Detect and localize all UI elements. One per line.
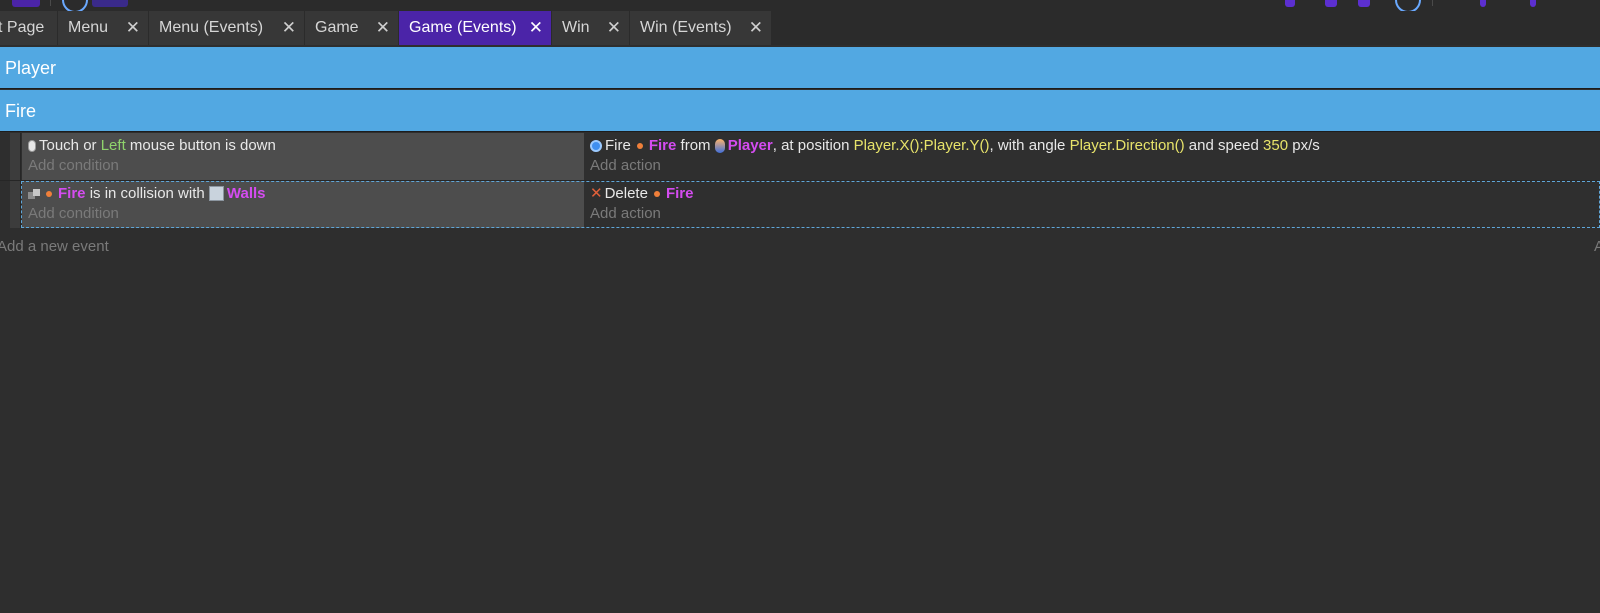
tab-label: Win [562, 19, 590, 36]
tab-label: Win (Events) [640, 19, 732, 36]
gear-icon [590, 140, 602, 152]
tab-game-events[interactable]: Game (Events) ✕ [399, 11, 552, 45]
expression-angle: Player.Direction() [1069, 137, 1185, 154]
tab-menu[interactable]: Menu ✕ [58, 11, 149, 45]
add-other-link[interactable]: A [1594, 238, 1600, 255]
fire-object-icon [636, 143, 643, 149]
group-fire[interactable]: Fire [0, 90, 1600, 132]
action-fire[interactable]: Fire Fire from Player, at position Player… [590, 136, 1320, 156]
action-text: , with angle [989, 137, 1066, 154]
undo-icon[interactable] [1285, 0, 1295, 7]
object-name: Fire [648, 137, 677, 154]
group-player[interactable]: Player [0, 47, 1600, 89]
expression-position: Player.X();Player.Y() [853, 137, 990, 154]
add-condition-link[interactable]: Add condition [28, 157, 119, 174]
action-text: , at position [772, 137, 850, 154]
help-icon[interactable] [1395, 0, 1421, 11]
menu-icon[interactable] [1530, 0, 1536, 7]
share-icon[interactable] [1480, 0, 1486, 7]
tab-game[interactable]: Game ✕ [305, 11, 399, 45]
project-icon[interactable] [12, 0, 40, 7]
tab-start-page[interactable]: t Page [0, 11, 58, 45]
editor-tabs: t Page Menu ✕ Menu (Events) ✕ Game ✕ Gam… [0, 11, 1600, 45]
event-row[interactable]: Fire is in collision with Walls Add cond… [0, 181, 1600, 228]
tab-label: Game [315, 19, 359, 36]
settings-icon[interactable] [1358, 0, 1370, 7]
debug-icon[interactable] [92, 0, 128, 7]
event-actions[interactable]: Fire Fire from Player, at position Player… [584, 133, 1600, 180]
tab-win[interactable]: Win ✕ [552, 11, 630, 45]
close-icon[interactable]: ✕ [607, 11, 621, 45]
object-name: Player [727, 137, 773, 154]
condition-text: mouse button is down [129, 137, 276, 154]
event-row[interactable]: Touch or Left mouse button is down Add c… [0, 133, 1600, 180]
action-text: and speed [1188, 137, 1259, 154]
group-title: Fire [5, 101, 36, 121]
condition-text: Touch or [39, 137, 97, 154]
speed-unit: px/s [1292, 137, 1320, 154]
add-action-link[interactable]: Add action [590, 157, 661, 174]
close-icon[interactable]: ✕ [126, 11, 140, 45]
close-icon[interactable]: ✕ [282, 11, 296, 45]
event-drag-handle[interactable] [10, 181, 21, 228]
action-text: from [680, 137, 711, 154]
expression-speed: 350 [1263, 137, 1289, 154]
event-drag-handle[interactable] [10, 133, 21, 180]
tab-menu-events[interactable]: Menu (Events) ✕ [149, 11, 305, 45]
redo-icon[interactable] [1325, 0, 1337, 7]
toolbar-divider [1432, 0, 1433, 6]
player-object-icon [714, 139, 725, 153]
tab-label: t Page [0, 19, 45, 36]
toolbar-divider [50, 0, 51, 6]
preview-icon[interactable] [62, 0, 88, 11]
toolbar-strip [0, 0, 1600, 11]
event-conditions[interactable]: Touch or Left mouse button is down Add c… [22, 133, 584, 180]
tab-win-events[interactable]: Win (Events) ✕ [630, 11, 772, 45]
mouse-icon [28, 140, 36, 152]
mouse-button-param: Left [100, 137, 126, 154]
group-title: Player [5, 58, 57, 78]
close-icon[interactable]: ✕ [376, 11, 390, 45]
add-new-event-link[interactable]: Add a new event [0, 238, 109, 255]
selection-outline [21, 181, 1600, 228]
tab-label: Menu [68, 19, 109, 36]
action-verb: Fire [605, 137, 631, 154]
tab-label: Game (Events) [409, 19, 517, 36]
close-icon[interactable]: ✕ [529, 11, 543, 45]
close-icon[interactable]: ✕ [749, 11, 763, 45]
tab-label: Menu (Events) [159, 19, 264, 36]
condition-mouse-down[interactable]: Touch or Left mouse button is down [28, 136, 276, 156]
